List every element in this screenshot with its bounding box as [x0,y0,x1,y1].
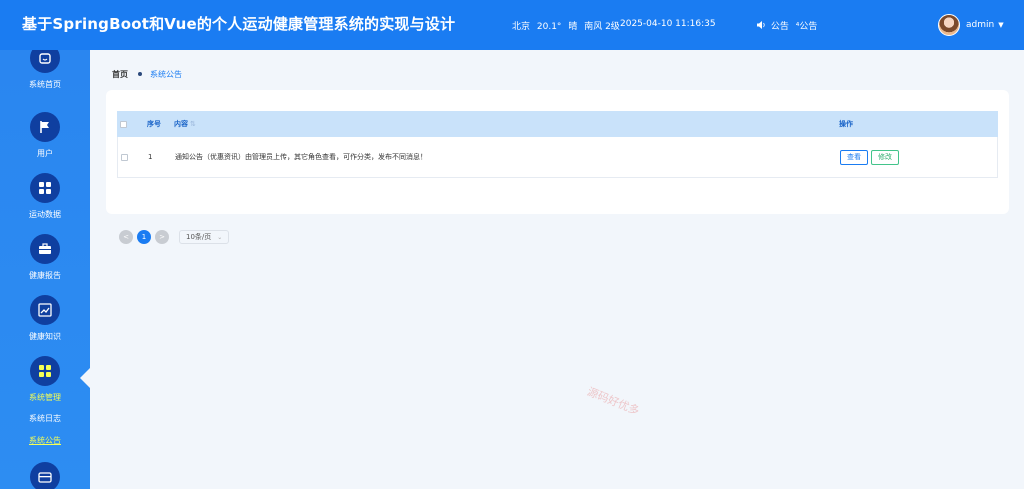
breadcrumb: 首页 系统公告 [112,69,182,80]
column-header-op: 操作 [839,120,853,128]
sidebar-item-label: 健康报告 [29,271,61,280]
weather-wind: 南风 2级 [584,22,620,32]
sidebar-item-label: 运动数据 [29,210,61,219]
sidebar-item-users[interactable]: 用户 [0,112,90,159]
prev-page-button[interactable]: < [119,230,133,244]
sidebar-item-label: 健康知识 [29,332,61,341]
wallet-icon [30,462,60,489]
chart-icon [30,295,60,325]
row-checkbox[interactable] [121,153,128,161]
column-header-content-label: 内容 [174,120,188,128]
app-title: 基于SpringBoot和Vue的个人运动健康管理系统的实现与设计 [22,15,456,33]
username: admin [966,20,995,30]
notice-link[interactable]: 公告 ⁴公告 [757,19,817,32]
weather-city: 北京 [512,22,531,32]
sidebar-item-label: 系统首页 [29,80,61,89]
pagination: < 1 > 10条/页 ⌄ [119,230,230,244]
sidebar-item-health-knowledge[interactable]: 健康知识 [0,295,90,342]
sidebar-item-more[interactable] [0,462,90,489]
weather-condition: 晴 [568,22,578,32]
grid-icon [30,173,60,203]
sidebar-item-health-report[interactable]: 健康报告 [0,234,90,281]
select-all-checkbox[interactable] [120,120,127,128]
sidebar-item-sport-data[interactable]: 运动数据 [0,173,90,220]
table-header: 序号 内容 ⇅ 操作 [117,111,998,137]
column-header-no: 序号 [147,120,161,128]
sidebar: 系统首页 用户 运动数据 健康报告 健康知识 系统管理 系统日志 系统公告 [0,50,90,489]
sidebar-subitem-system-notice[interactable]: 系统公告 [0,435,90,446]
notice-table: 序号 内容 ⇅ 操作 1 通知公告（优惠资讯）由管理员上传，其它角色查看，可作分类… [117,111,998,178]
breadcrumb-separator [138,72,142,76]
next-page-button[interactable]: > [155,230,169,244]
breadcrumb-current: 系统公告 [150,70,182,79]
chevron-down-icon: ⌄ [217,233,223,241]
flag-icon [30,112,60,142]
sidebar-subitem-system-log[interactable]: 系统日志 [0,413,90,424]
page-number-button[interactable]: 1 [137,230,151,244]
row-no: 1 [148,153,153,161]
active-pointer [80,368,90,388]
weather-info: 北京 20.1° 晴 南风 2级 [512,19,624,32]
row-content: 通知公告（优惠资讯）由管理员上传，其它角色查看，可作分类，发布不同消息！ [175,153,427,161]
sidebar-item-label: 用户 [37,149,53,158]
edit-button[interactable]: 修改 [871,149,899,165]
table-row: 1 通知公告（优惠资讯）由管理员上传，其它角色查看，可作分类，发布不同消息！ 查… [117,137,998,178]
notice-label-2: 公告 [799,22,818,32]
column-header-content[interactable]: 内容 ⇅ [174,119,196,129]
page-size-select[interactable]: 10条/页 ⌄ [179,230,230,244]
avatar[interactable] [938,14,960,36]
sort-icon[interactable]: ⇅ [190,120,196,128]
user-menu[interactable]: admin ▼ [938,13,1004,37]
sidebar-item-home[interactable]: 系统首页 [0,50,90,90]
view-button[interactable]: 查看 [840,149,868,165]
speaker-icon [757,21,766,32]
breadcrumb-home[interactable]: 首页 [112,70,128,79]
home-icon [30,50,60,73]
briefcase-icon [30,234,60,264]
chevron-down-icon: ▼ [998,21,1004,29]
sidebar-item-system-manage[interactable]: 系统管理 [0,356,90,403]
weather-temp: 20.1° [536,22,562,32]
grid-icon [30,356,60,386]
main-content: 首页 系统公告 序号 内容 ⇅ 操作 1 通知公告（优惠资讯）由管理员上传，其它角色… [90,50,1024,489]
notice-label: 公告 [770,22,789,32]
notice-panel: 序号 内容 ⇅ 操作 1 通知公告（优惠资讯）由管理员上传，其它角色查看，可作分类… [106,90,1009,244]
page-size-value: 10条/页 [186,233,212,241]
current-datetime: 2025-04-10 11:16:35 [620,19,716,29]
top-bar: 基于SpringBoot和Vue的个人运动健康管理系统的实现与设计 北京 20.… [0,0,1024,50]
sidebar-item-label: 系统管理 [29,393,61,402]
